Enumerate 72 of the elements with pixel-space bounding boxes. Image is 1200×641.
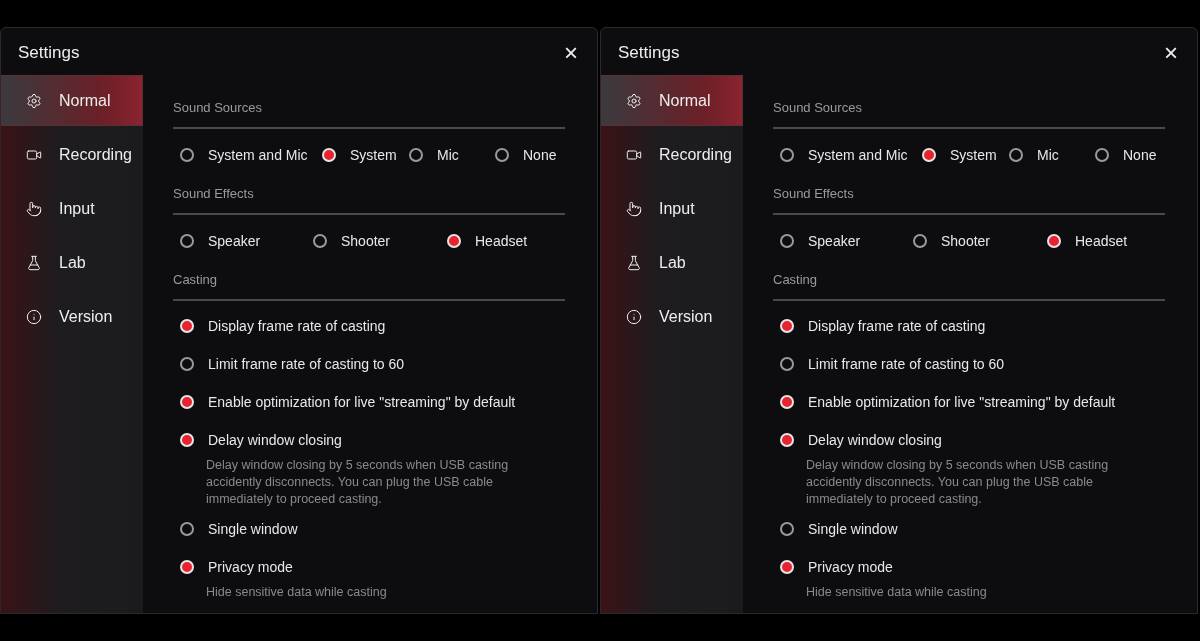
radio-button[interactable] xyxy=(780,234,794,248)
window-title: Settings xyxy=(618,41,680,64)
radio-button[interactable] xyxy=(1009,148,1023,162)
radio-button[interactable] xyxy=(780,522,794,536)
radio-label: Speaker xyxy=(208,231,261,251)
section-title: Sound Sources xyxy=(773,100,862,115)
close-button[interactable]: × xyxy=(1162,40,1180,65)
option-label: Limit frame rate of casting to 60 xyxy=(808,354,1005,374)
radio-label: Mic xyxy=(437,145,459,165)
section-title: Casting xyxy=(773,272,818,287)
flask-icon xyxy=(626,254,642,271)
radio-button[interactable] xyxy=(495,148,509,162)
close-button[interactable]: × xyxy=(562,40,580,65)
option-description: Hide sensitive data while casting xyxy=(206,584,388,601)
option-label: Privacy mode xyxy=(208,557,293,577)
radio-button[interactable] xyxy=(180,234,194,248)
flask-icon xyxy=(26,254,42,271)
hand-pointer-icon xyxy=(626,200,642,217)
radio-label: Shooter xyxy=(341,231,391,251)
radio-label: System and Mic xyxy=(808,145,908,165)
sidebar-item[interactable]: Recording xyxy=(1,129,143,180)
hand-pointer-icon xyxy=(26,200,42,217)
option-label: Single window xyxy=(808,519,898,539)
option-description: Delay window closing by 5 seconds when USB casting accidently disconnects. You can plug the USB cable immediately to proceed casting. xyxy=(206,457,510,508)
sidebar-item[interactable]: Lab xyxy=(601,237,743,288)
radio-button[interactable] xyxy=(180,357,194,371)
section-title: Sound Sources xyxy=(173,100,262,115)
option-label: Enable optimization for live "streaming" by default xyxy=(208,392,516,412)
radio-button[interactable] xyxy=(180,522,194,536)
option-label: Display frame rate of casting xyxy=(208,316,386,336)
option-label: Privacy mode xyxy=(808,557,893,577)
option-description: Delay window closing by 5 seconds when USB casting accidently disconnects. You can plug the USB cable immediately to proceed casting. xyxy=(806,457,1110,508)
radio-label: None xyxy=(1123,145,1157,165)
radio-label: Speaker xyxy=(808,231,861,251)
radio-label: System xyxy=(950,145,997,165)
gear-icon xyxy=(26,92,42,109)
window-title: Settings xyxy=(18,41,80,64)
option-label: Single window xyxy=(208,519,298,539)
sidebar-item[interactable]: Normal xyxy=(1,75,143,126)
sidebar-item[interactable]: Version xyxy=(1,291,143,342)
info-icon xyxy=(626,308,642,325)
radio-label: Headset xyxy=(475,231,528,251)
option-label: Delay window closing xyxy=(208,430,342,450)
sidebar-item[interactable]: Lab xyxy=(1,237,143,288)
radio-label: Shooter xyxy=(941,231,991,251)
radio-button[interactable] xyxy=(780,148,794,162)
radio-button[interactable] xyxy=(780,357,794,371)
radio-label: Headset xyxy=(1075,231,1128,251)
option-label: Limit frame rate of casting to 60 xyxy=(208,354,405,374)
radio-button[interactable] xyxy=(913,234,927,248)
option-label: Delay window closing xyxy=(808,430,942,450)
info-icon xyxy=(26,308,42,325)
radio-label: Mic xyxy=(1037,145,1059,165)
radio-button[interactable] xyxy=(1095,148,1109,162)
sidebar-item[interactable]: Normal xyxy=(601,75,743,126)
section-title: Casting xyxy=(173,272,218,287)
radio-button[interactable] xyxy=(409,148,423,162)
sidebar-item[interactable]: Version xyxy=(601,291,743,342)
sidebar-item[interactable]: Input xyxy=(601,183,743,234)
section-title: Sound Effects xyxy=(173,186,254,201)
option-label: Enable optimization for live "streaming" by default xyxy=(808,392,1116,412)
option-description: Hide sensitive data while casting xyxy=(806,584,988,601)
option-label: Display frame rate of casting xyxy=(808,316,986,336)
radio-label: System xyxy=(350,145,397,165)
sidebar-item[interactable]: Input xyxy=(1,183,143,234)
sidebar-item[interactable]: Recording xyxy=(601,129,743,180)
radio-label: None xyxy=(523,145,557,165)
section-title: Sound Effects xyxy=(773,186,854,201)
radio-button[interactable] xyxy=(180,148,194,162)
radio-button[interactable] xyxy=(313,234,327,248)
gear-icon xyxy=(626,92,642,109)
radio-label: System and Mic xyxy=(208,145,308,165)
